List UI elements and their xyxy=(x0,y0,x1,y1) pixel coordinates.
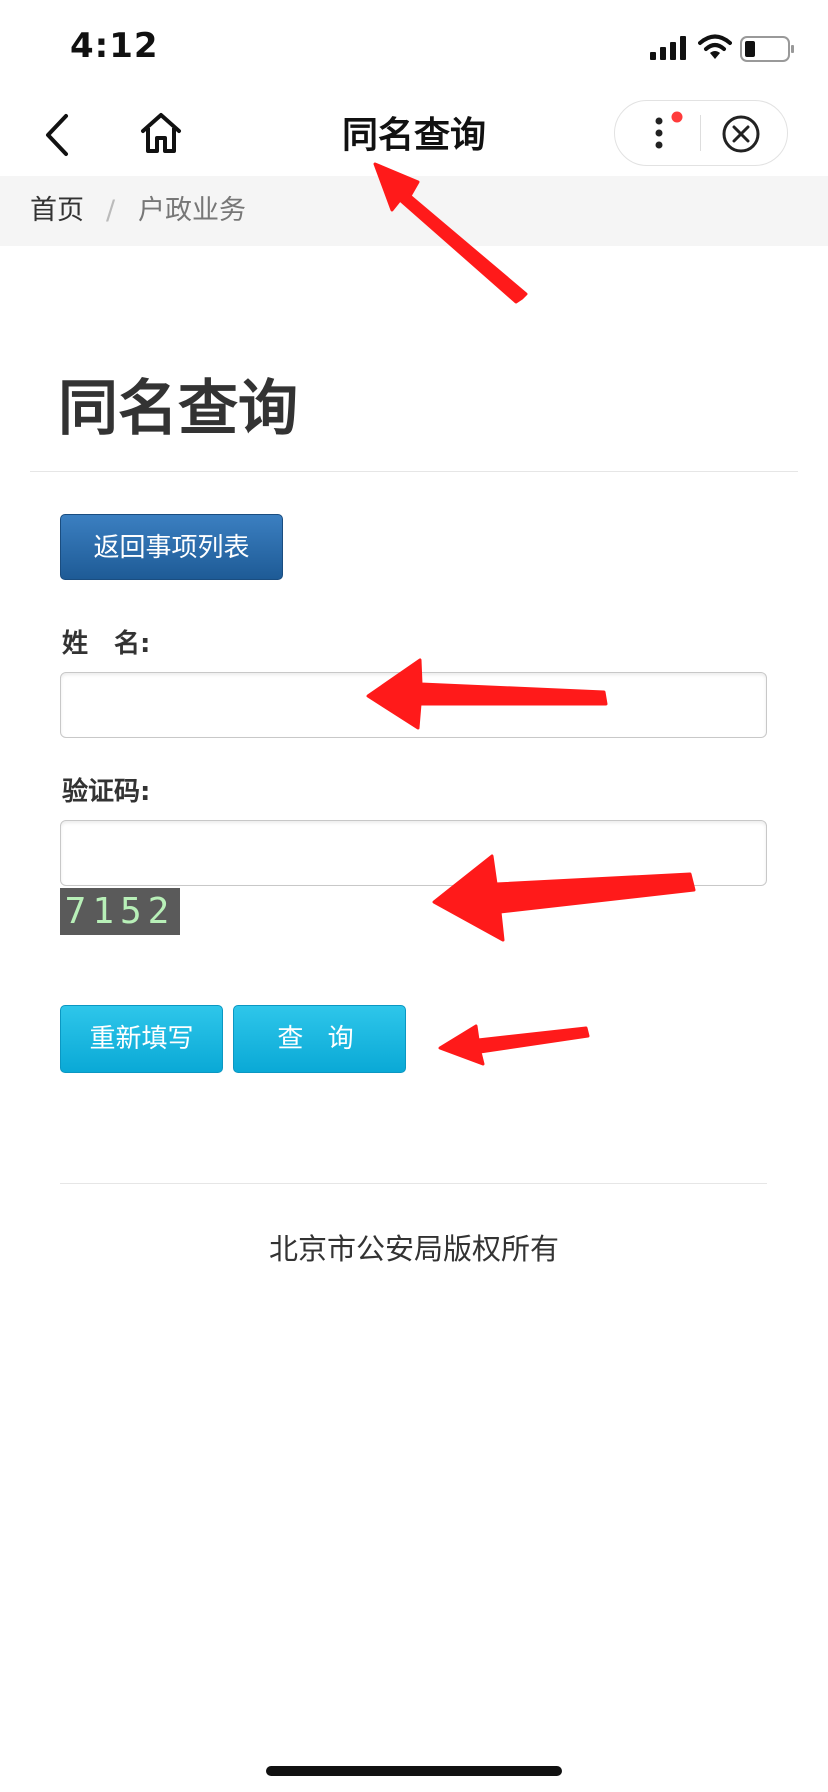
name-input[interactable] xyxy=(60,672,767,738)
captcha-image[interactable]: 7152 xyxy=(60,888,180,935)
page-title: 同名查询 xyxy=(58,374,298,444)
breadcrumb: 首页 / 户政业务 xyxy=(0,176,828,246)
query-button[interactable]: 查 询 xyxy=(233,1005,406,1073)
footer-copyright: 北京市公安局版权所有 xyxy=(268,1232,559,1266)
page: 4:12 同名查询 首页 / 户政业务 同名查询 返回事项列表 姓 名: 验证码… xyxy=(0,0,828,1792)
back-to-list-button[interactable]: 返回事项列表 xyxy=(60,514,283,580)
name-label: 姓 名: xyxy=(62,629,151,659)
wifi-icon xyxy=(698,34,732,59)
annotation-arrow-query xyxy=(438,1024,590,1066)
breadcrumb-home-link[interactable]: 首页 xyxy=(30,176,84,246)
status-time: 4:12 xyxy=(70,26,159,66)
mini-program-capsule xyxy=(614,100,788,166)
captcha-label: 验证码: xyxy=(62,777,151,807)
footer-divider xyxy=(60,1183,767,1184)
close-icon[interactable] xyxy=(721,114,761,154)
home-indicator xyxy=(266,1766,562,1776)
cellular-signal-icon xyxy=(650,36,686,60)
breadcrumb-current[interactable]: 户政业务 xyxy=(138,176,246,246)
more-options-icon[interactable] xyxy=(649,111,689,155)
status-bar: 4:12 xyxy=(0,0,828,96)
battery-icon xyxy=(740,36,794,62)
captcha-input[interactable] xyxy=(60,820,767,886)
capsule-divider xyxy=(700,115,701,151)
nav-bar: 同名查询 xyxy=(0,96,828,176)
reset-button[interactable]: 重新填写 xyxy=(60,1005,223,1073)
breadcrumb-separator: / xyxy=(106,195,116,226)
title-divider xyxy=(30,471,798,472)
